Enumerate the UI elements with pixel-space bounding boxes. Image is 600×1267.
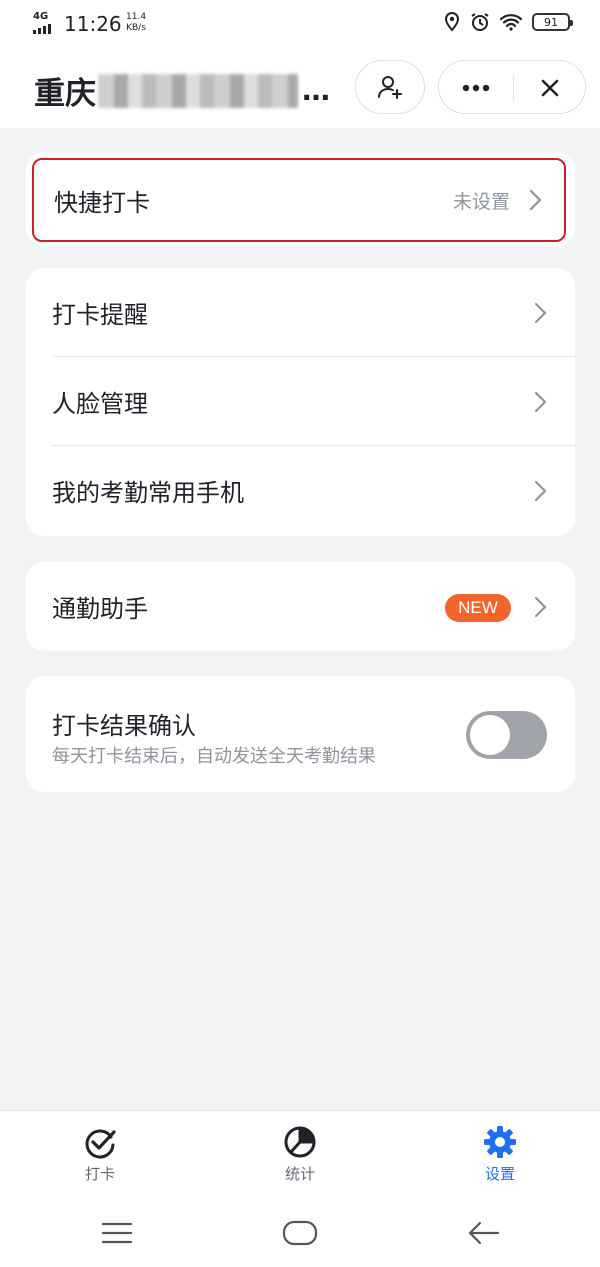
quick-punch-card: 快捷打卡 未设置 xyxy=(26,152,575,246)
close-button[interactable] xyxy=(513,61,587,115)
status-bar: 4G 11:26 11.4 KB/s 91 xyxy=(0,0,600,48)
tab-label: 统计 xyxy=(284,1165,315,1183)
more-icon xyxy=(462,84,490,92)
back-button[interactable] xyxy=(464,1218,504,1248)
alarm-icon xyxy=(471,13,489,31)
chevron-right-icon xyxy=(529,189,542,211)
pie-chart-icon xyxy=(284,1126,316,1158)
settings-item-attendance-phone[interactable]: 我的考勤常用手机 xyxy=(26,446,575,535)
recent-apps-button[interactable] xyxy=(97,1218,137,1248)
quick-punch-status: 未设置 xyxy=(452,190,510,213)
commute-assistant-row[interactable]: 通勤助手 NEW xyxy=(26,562,575,651)
add-person-button[interactable] xyxy=(355,60,425,114)
tab-punch[interactable]: 打卡 xyxy=(40,1125,160,1184)
tab-label: 打卡 xyxy=(84,1165,115,1183)
chevron-right-icon xyxy=(534,596,547,617)
more-button[interactable] xyxy=(439,61,513,115)
settings-item-punch-reminder[interactable]: 打卡提醒 xyxy=(26,268,575,357)
battery-icon: 91 xyxy=(532,13,573,31)
chevron-right-icon xyxy=(534,391,547,412)
commute-assistant-card: 通勤助手 NEW xyxy=(26,562,575,651)
tab-label: 设置 xyxy=(484,1165,515,1183)
home-icon xyxy=(282,1220,318,1246)
result-confirm-description: 每天打卡结束后，自动发送全天考勤结果 xyxy=(52,746,376,767)
quick-punch-row[interactable]: 快捷打卡 未设置 xyxy=(32,158,566,242)
tab-settings[interactable]: 设置 xyxy=(440,1125,560,1184)
chevron-right-icon xyxy=(534,480,547,501)
tab-statistics[interactable]: 统计 xyxy=(240,1125,360,1184)
result-confirm-toggle[interactable] xyxy=(466,711,547,759)
settings-item-label: 人脸管理 xyxy=(52,390,148,418)
back-arrow-icon xyxy=(468,1221,500,1245)
page-title-text: 重庆 xyxy=(34,76,96,112)
chevron-right-icon xyxy=(534,302,547,323)
new-badge: NEW xyxy=(445,594,511,622)
bottom-tab-bar: 打卡 统计 设置 xyxy=(0,1110,600,1202)
result-confirm-card: 打卡结果确认 每天打卡结束后，自动发送全天考勤结果 xyxy=(26,676,575,792)
add-person-icon xyxy=(378,76,402,99)
location-icon xyxy=(444,12,460,32)
settings-group-card: 打卡提醒 人脸管理 我的考勤常用手机 xyxy=(26,268,575,536)
quick-punch-label: 快捷打卡 xyxy=(54,188,150,217)
gear-icon xyxy=(484,1126,516,1158)
toggle-knob xyxy=(470,715,510,755)
title-ellipsis: … xyxy=(302,74,330,107)
status-icons: 91 xyxy=(444,12,573,32)
close-icon xyxy=(541,79,559,97)
page-title: 重庆 … xyxy=(34,68,330,113)
status-time: 11:26 xyxy=(64,12,122,36)
network-type: 4G xyxy=(33,11,49,22)
speed-value: 11.4 xyxy=(126,12,147,22)
capsule-menu xyxy=(438,60,586,114)
home-button[interactable] xyxy=(280,1218,320,1248)
settings-item-label: 打卡提醒 xyxy=(52,301,148,329)
speed-unit: KB/s xyxy=(126,23,146,33)
menu-icon xyxy=(101,1222,133,1244)
network-speed: 11.4 KB/s xyxy=(126,12,146,34)
settings-item-face-management[interactable]: 人脸管理 xyxy=(26,357,575,446)
redacted-title-blur xyxy=(98,73,298,108)
check-badge-icon xyxy=(85,1129,116,1159)
wifi-icon xyxy=(500,14,522,31)
settings-item-label: 我的考勤常用手机 xyxy=(52,479,244,507)
signal-icon xyxy=(33,24,51,34)
commute-assistant-label: 通勤助手 xyxy=(52,595,148,623)
result-confirm-label: 打卡结果确认 xyxy=(52,712,196,740)
mini-app-header: 重庆 … xyxy=(0,48,600,128)
system-nav-bar xyxy=(0,1202,600,1267)
